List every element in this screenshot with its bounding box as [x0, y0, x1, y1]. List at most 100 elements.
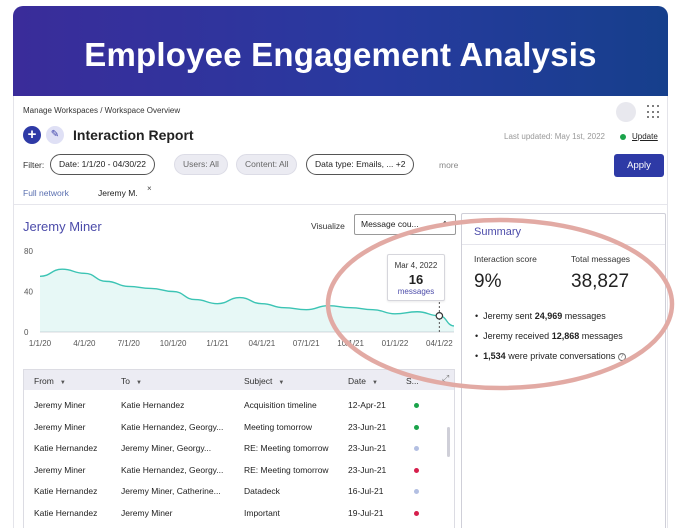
y-tick-label: 40 — [24, 288, 33, 297]
cell-from: Katie Hernandez — [34, 486, 98, 497]
status-dot — [620, 134, 626, 140]
apply-button[interactable]: Apply — [614, 154, 664, 177]
status-dot — [414, 511, 419, 516]
total-messages-label: Total messages — [571, 254, 631, 264]
x-tick-label: 1/1/20 — [29, 339, 52, 348]
last-updated-text: Last updated: May 1st, 2022 — [504, 132, 605, 141]
cell-from: Katie Hernandez — [34, 443, 98, 454]
info-icon[interactable]: ? — [617, 352, 626, 361]
cell-from: Jeremy Miner — [34, 421, 86, 432]
summary-bullet-sent: • Jeremy sent 24,969 messages — [475, 311, 606, 321]
page: Employee Engagement Analysis Manage Work… — [0, 0, 675, 528]
cell-date: 23-Jun-21 — [348, 443, 387, 454]
tab-full-network[interactable]: Full network — [23, 188, 69, 198]
cell-date: 19-Jul-21 — [348, 508, 384, 518]
cell-subject: Meeting tomorrow — [244, 421, 313, 432]
app-window: Manage Workspaces / Workspace Overview +… — [13, 96, 668, 528]
messages-table: From ▼ To ▼ Subject ▼ Date ▼ S... ⤢ Jeremy M… — [23, 369, 455, 528]
status-dot — [414, 424, 419, 430]
interaction-score-value: 9% — [474, 271, 502, 292]
cell-from: Jeremy Miner — [34, 464, 86, 475]
cell-to: Jeremy Miner, Georgy... — [121, 443, 212, 454]
table-row[interactable]: Katie Hernandez Jeremy Miner, Catherine..… — [24, 480, 454, 501]
total-messages-value: 38,827 — [571, 271, 630, 292]
summary-title: Summary — [474, 226, 522, 238]
scrollbar[interactable] — [447, 427, 450, 457]
cell-to: Katie Hernandez, Georgy... — [121, 464, 224, 475]
col-to[interactable]: To ▼ — [121, 376, 142, 386]
summary-panel: Summary Interaction score 9% Total messa… — [461, 213, 666, 528]
cell-to: Jeremy Miner — [121, 508, 173, 518]
add-button[interactable]: + — [23, 126, 41, 144]
status-dot — [414, 489, 419, 495]
filter-chip-users[interactable]: Users: All — [174, 154, 228, 175]
edit-pencil-icon[interactable]: ✎ — [46, 126, 64, 144]
summary-bullet-received: • Jeremy received 12,868 messages — [475, 331, 623, 341]
col-subject[interactable]: Subject ▼ — [244, 376, 284, 386]
col-date[interactable]: Date ▼ — [348, 376, 378, 386]
table-row[interactable]: Katie Hernandez Jeremy Miner Important 19-J… — [24, 502, 454, 523]
filter-chip-datatype[interactable]: Data type: Emails, ... +2 — [306, 154, 415, 175]
expand-icon[interactable]: ⤢ — [442, 373, 449, 384]
update-link[interactable]: Update — [632, 132, 658, 141]
visualize-label: Visualize — [311, 221, 345, 231]
filter-chip-date[interactable]: Date: 1/1/20 - 04/30/22 — [50, 154, 155, 175]
col-status[interactable]: S... — [406, 376, 419, 386]
x-tick-label: 01/1/22 — [382, 339, 409, 348]
x-tick-label: 10/1/21 — [337, 339, 364, 348]
tooltip-date: Mar 4, 2022 — [394, 261, 438, 270]
y-tick-label: 80 — [24, 247, 33, 256]
chart-point[interactable] — [435, 312, 444, 320]
cell-subject: Important — [244, 508, 280, 518]
col-from[interactable]: From ▼ — [34, 376, 66, 386]
cell-date: 23-Jun-21 — [348, 421, 387, 432]
person-name: Jeremy Miner — [23, 219, 102, 234]
summary-bullet-private: • 1,534 were private conversations ? — [475, 351, 626, 361]
status-dot — [414, 446, 419, 452]
x-tick-label: 04/1/21 — [249, 339, 276, 348]
interaction-score-label: Interaction score — [474, 254, 537, 264]
table-row[interactable]: Katie Hernandez Jeremy Miner, Georgy... RE… — [24, 437, 454, 458]
avatar[interactable] — [616, 102, 636, 122]
cell-from: Jeremy Miner — [34, 400, 86, 410]
filter-label: Filter: — [23, 160, 45, 170]
visualize-select[interactable]: Message cou... — [354, 214, 456, 235]
x-tick-label: 7/1/20 — [118, 339, 141, 348]
apps-grid-icon[interactable] — [647, 105, 661, 119]
divider — [462, 244, 665, 245]
page-title: Interaction Report — [73, 127, 194, 143]
chart-tooltip: Mar 4, 2022 16 messages — [387, 254, 445, 301]
x-tick-label: 04/1/22 — [426, 339, 453, 348]
cell-date: 23-Jun-21 — [348, 464, 387, 475]
cell-date: 12-Apr-21 — [348, 400, 386, 410]
cell-subject: RE: Meeting tomorrow — [244, 443, 329, 454]
x-tick-label: 10/1/20 — [160, 339, 187, 348]
cell-date: 16-Jul-21 — [348, 486, 384, 497]
y-tick-label: 0 — [24, 328, 29, 337]
more-filters-link[interactable]: more — [439, 160, 458, 170]
tab-jeremy[interactable]: Jeremy M. — [98, 188, 138, 198]
x-tick-label: 1/1/21 — [206, 339, 229, 348]
tooltip-value: 16 — [408, 272, 424, 287]
cell-subject: Acquisition timeline — [244, 400, 317, 410]
close-icon[interactable]: × — [147, 184, 152, 193]
title-banner: Employee Engagement Analysis — [13, 6, 668, 96]
cell-from: Katie Hernandez — [34, 508, 98, 518]
cell-to: Jeremy Miner, Catherine... — [121, 486, 221, 497]
table-row[interactable]: Jeremy Miner Katie Hernandez, Georgy... RE… — [24, 459, 454, 480]
tooltip-unit: messages — [397, 287, 435, 296]
table-row[interactable]: Jeremy Miner Katie Hernandez, Georgy... Me… — [24, 416, 454, 437]
cell-subject: Datadeck — [244, 486, 280, 497]
select-caret-icon: ⬍ — [442, 221, 448, 228]
status-dot — [414, 467, 419, 473]
divider — [14, 204, 667, 205]
cell-to: Katie Hernandez — [121, 400, 185, 410]
table-row[interactable]: Jeremy Miner Katie Hernandez Acquisition t… — [24, 394, 454, 415]
filter-chip-content[interactable]: Content: All — [236, 154, 298, 175]
breadcrumb[interactable]: Manage Workspaces / Workspace Overview — [23, 106, 180, 115]
cell-subject: RE: Meeting tomorrow — [244, 464, 329, 475]
x-tick-label: 4/1/20 — [73, 339, 96, 348]
x-tick-label: 07/1/21 — [293, 339, 320, 348]
status-dot — [414, 403, 419, 408]
banner-title: Employee Engagement Analysis — [84, 36, 597, 73]
